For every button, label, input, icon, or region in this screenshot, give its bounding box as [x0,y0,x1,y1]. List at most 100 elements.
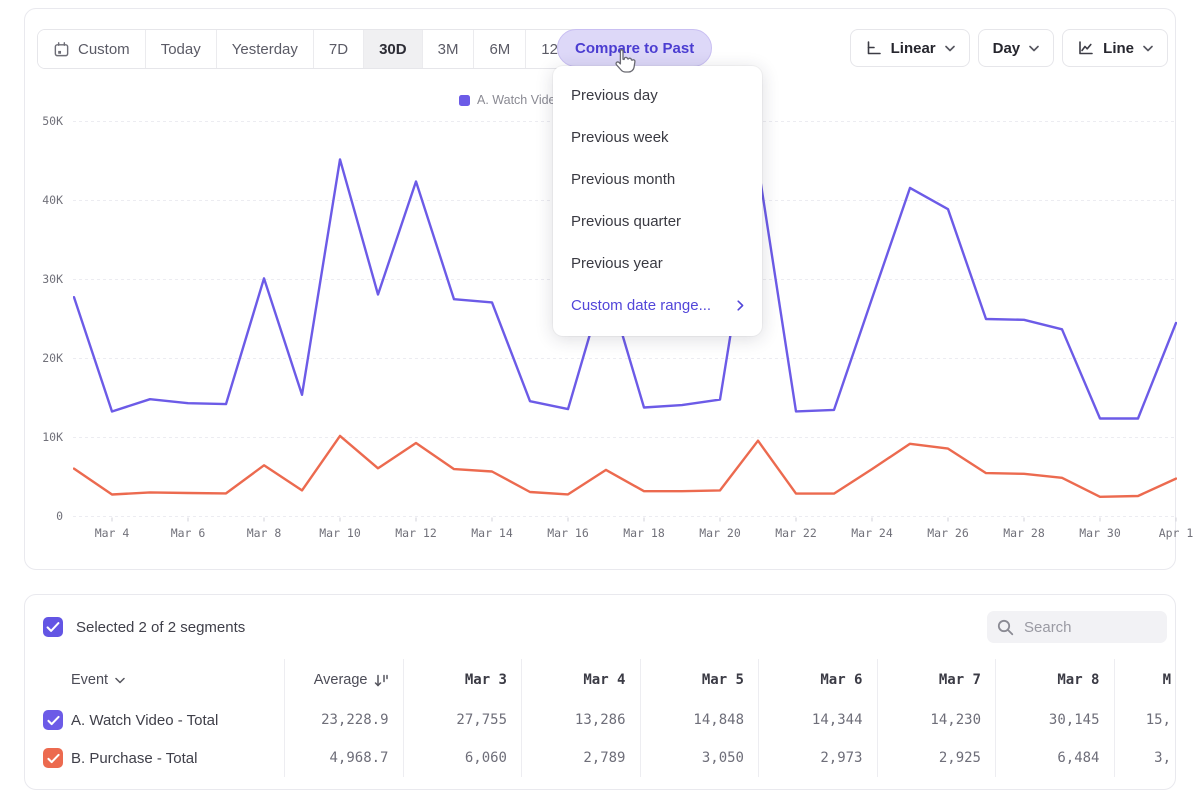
value-cell: 3,050 [640,739,759,777]
date-range-segment: CustomTodayYesterday7D30D3M6M12M [37,29,586,69]
value-cell: 27,755 [403,701,522,739]
search-input[interactable] [1022,618,1156,637]
value-cell: 2,925 [877,739,996,777]
y-tick-label: 50K [25,114,63,128]
column-header-label: Event [71,672,108,688]
date-range-30d[interactable]: 30D [363,30,422,68]
insights-report-page: CustomTodayYesterday7D30D3M6M12M Compare… [0,0,1200,802]
y-tick-label: 0 [25,509,63,523]
table-row[interactable]: B. Purchase - Total 4,968.76,0602,7893,05… [25,739,1175,777]
date-range-label: 7D [329,41,348,58]
event-cell: A. Watch Video - Total [25,701,284,739]
compare-to-past-menu: Previous dayPrevious weekPrevious monthP… [553,66,762,336]
scale-dropdown[interactable]: Linear [850,29,970,67]
date-range-today[interactable]: Today [145,30,216,68]
column-header-average[interactable]: Average [284,659,403,701]
date-range-label: Yesterday [232,41,298,58]
date-range-custom[interactable]: Custom [38,30,145,68]
column-header-date: Mar 4 [521,659,640,701]
x-tick-label: Mar 30 [1069,526,1131,540]
legend-item-a-watch-video[interactable]: A. Watch Video [459,93,562,107]
segments-header-bar: Selected 2 of 2 segments [25,595,1175,659]
date-range-label: 3M [438,41,459,58]
calendar-icon [53,41,70,58]
menu-item-previous-quarter[interactable]: Previous quarter [553,200,762,242]
sort-descending-icon [374,673,389,688]
table-row[interactable]: A. Watch Video - Total 23,228.927,75513,2… [25,701,1175,739]
y-tick-label: 20K [25,351,63,365]
x-tick-label: Mar 24 [841,526,903,540]
column-header-label: Average [314,672,368,688]
value-cell: 6,060 [403,739,522,777]
column-header-date: Mar 6 [758,659,877,701]
date-range-3m[interactable]: 3M [422,30,474,68]
date-range-7d[interactable]: 7D [313,30,363,68]
column-header-date: Mar 3 [403,659,522,701]
interval-dropdown[interactable]: Day [978,29,1055,67]
linear-axis-icon [865,40,882,56]
x-tick-label: Mar 12 [385,526,447,540]
table-header-row: Event Average Mar 3Mar 4Mar 5Mar 6Mar 7Mar… [25,659,1175,701]
legend-label: A. Watch Video [477,93,562,107]
row-checkbox[interactable] [43,710,63,730]
value-cell: 2,789 [521,739,640,777]
chevron-down-icon [1029,45,1039,52]
value-cell: 14,230 [877,701,996,739]
chevron-down-icon [115,677,125,684]
event-cell: B. Purchase - Total [25,739,284,777]
legend-swatch [459,95,470,106]
table-body: A. Watch Video - Total 23,228.927,75513,2… [25,701,1175,777]
date-range-label: 6M [489,41,510,58]
date-range-label: Today [161,41,201,58]
series-line-b-purchase [74,436,1176,497]
chart-type-label: Line [1103,40,1134,57]
row-checkbox[interactable] [43,748,63,768]
menu-item-previous-week[interactable]: Previous week [553,116,762,158]
x-tick-label: Apr 1 [1145,526,1200,540]
line-chart-icon [1077,40,1094,56]
compare-to-past-button[interactable]: Compare to Past [557,29,712,67]
value-cell: 13,286 [521,701,640,739]
custom-date-range-label: Custom date range... [571,297,711,314]
value-cell: 23,228.9 [284,701,403,739]
chevron-right-icon [737,300,744,311]
x-tick-label: Mar 6 [157,526,219,540]
y-tick-label: 10K [25,430,63,444]
column-header-date: M [1114,659,1176,701]
x-tick-label: Mar 16 [537,526,599,540]
value-cell: 14,848 [640,701,759,739]
event-name: A. Watch Video - Total [71,712,218,729]
value-cell: 4,968.7 [284,739,403,777]
menu-item-previous-day[interactable]: Previous day [553,74,762,116]
chart-type-dropdown[interactable]: Line [1062,29,1168,67]
menu-item-custom-date-range[interactable]: Custom date range... [553,284,762,326]
column-header-date: Mar 5 [640,659,759,701]
menu-item-previous-month[interactable]: Previous month [553,158,762,200]
select-all-checkbox[interactable] [43,617,63,637]
y-tick-label: 40K [25,193,63,207]
column-header-date: Mar 8 [995,659,1114,701]
chevron-down-icon [1143,45,1153,52]
value-cell: 30,145 [995,701,1114,739]
menu-item-previous-year[interactable]: Previous year [553,242,762,284]
search-icon [997,619,1014,636]
x-tick-label: Mar 14 [461,526,523,540]
column-header-date: Mar 7 [877,659,996,701]
column-header-event[interactable]: Event [25,659,284,701]
y-tick-label: 30K [25,272,63,286]
search-box[interactable] [987,611,1167,643]
value-cell: 2,973 [758,739,877,777]
value-cell: 15, [1114,701,1176,739]
scale-label: Linear [891,40,936,57]
x-tick-label: Mar 22 [765,526,827,540]
x-tick-label: Mar 18 [613,526,675,540]
x-tick-label: Mar 10 [309,526,371,540]
x-tick-label: Mar 26 [917,526,979,540]
x-tick-label: Mar 8 [233,526,295,540]
interval-label: Day [993,40,1021,57]
date-range-yesterday[interactable]: Yesterday [216,30,313,68]
chart-controls: Linear Day Line [850,29,1168,67]
selected-segments-label: Selected 2 of 2 segments [76,619,245,636]
date-range-6m[interactable]: 6M [473,30,525,68]
event-name: B. Purchase - Total [71,750,197,767]
